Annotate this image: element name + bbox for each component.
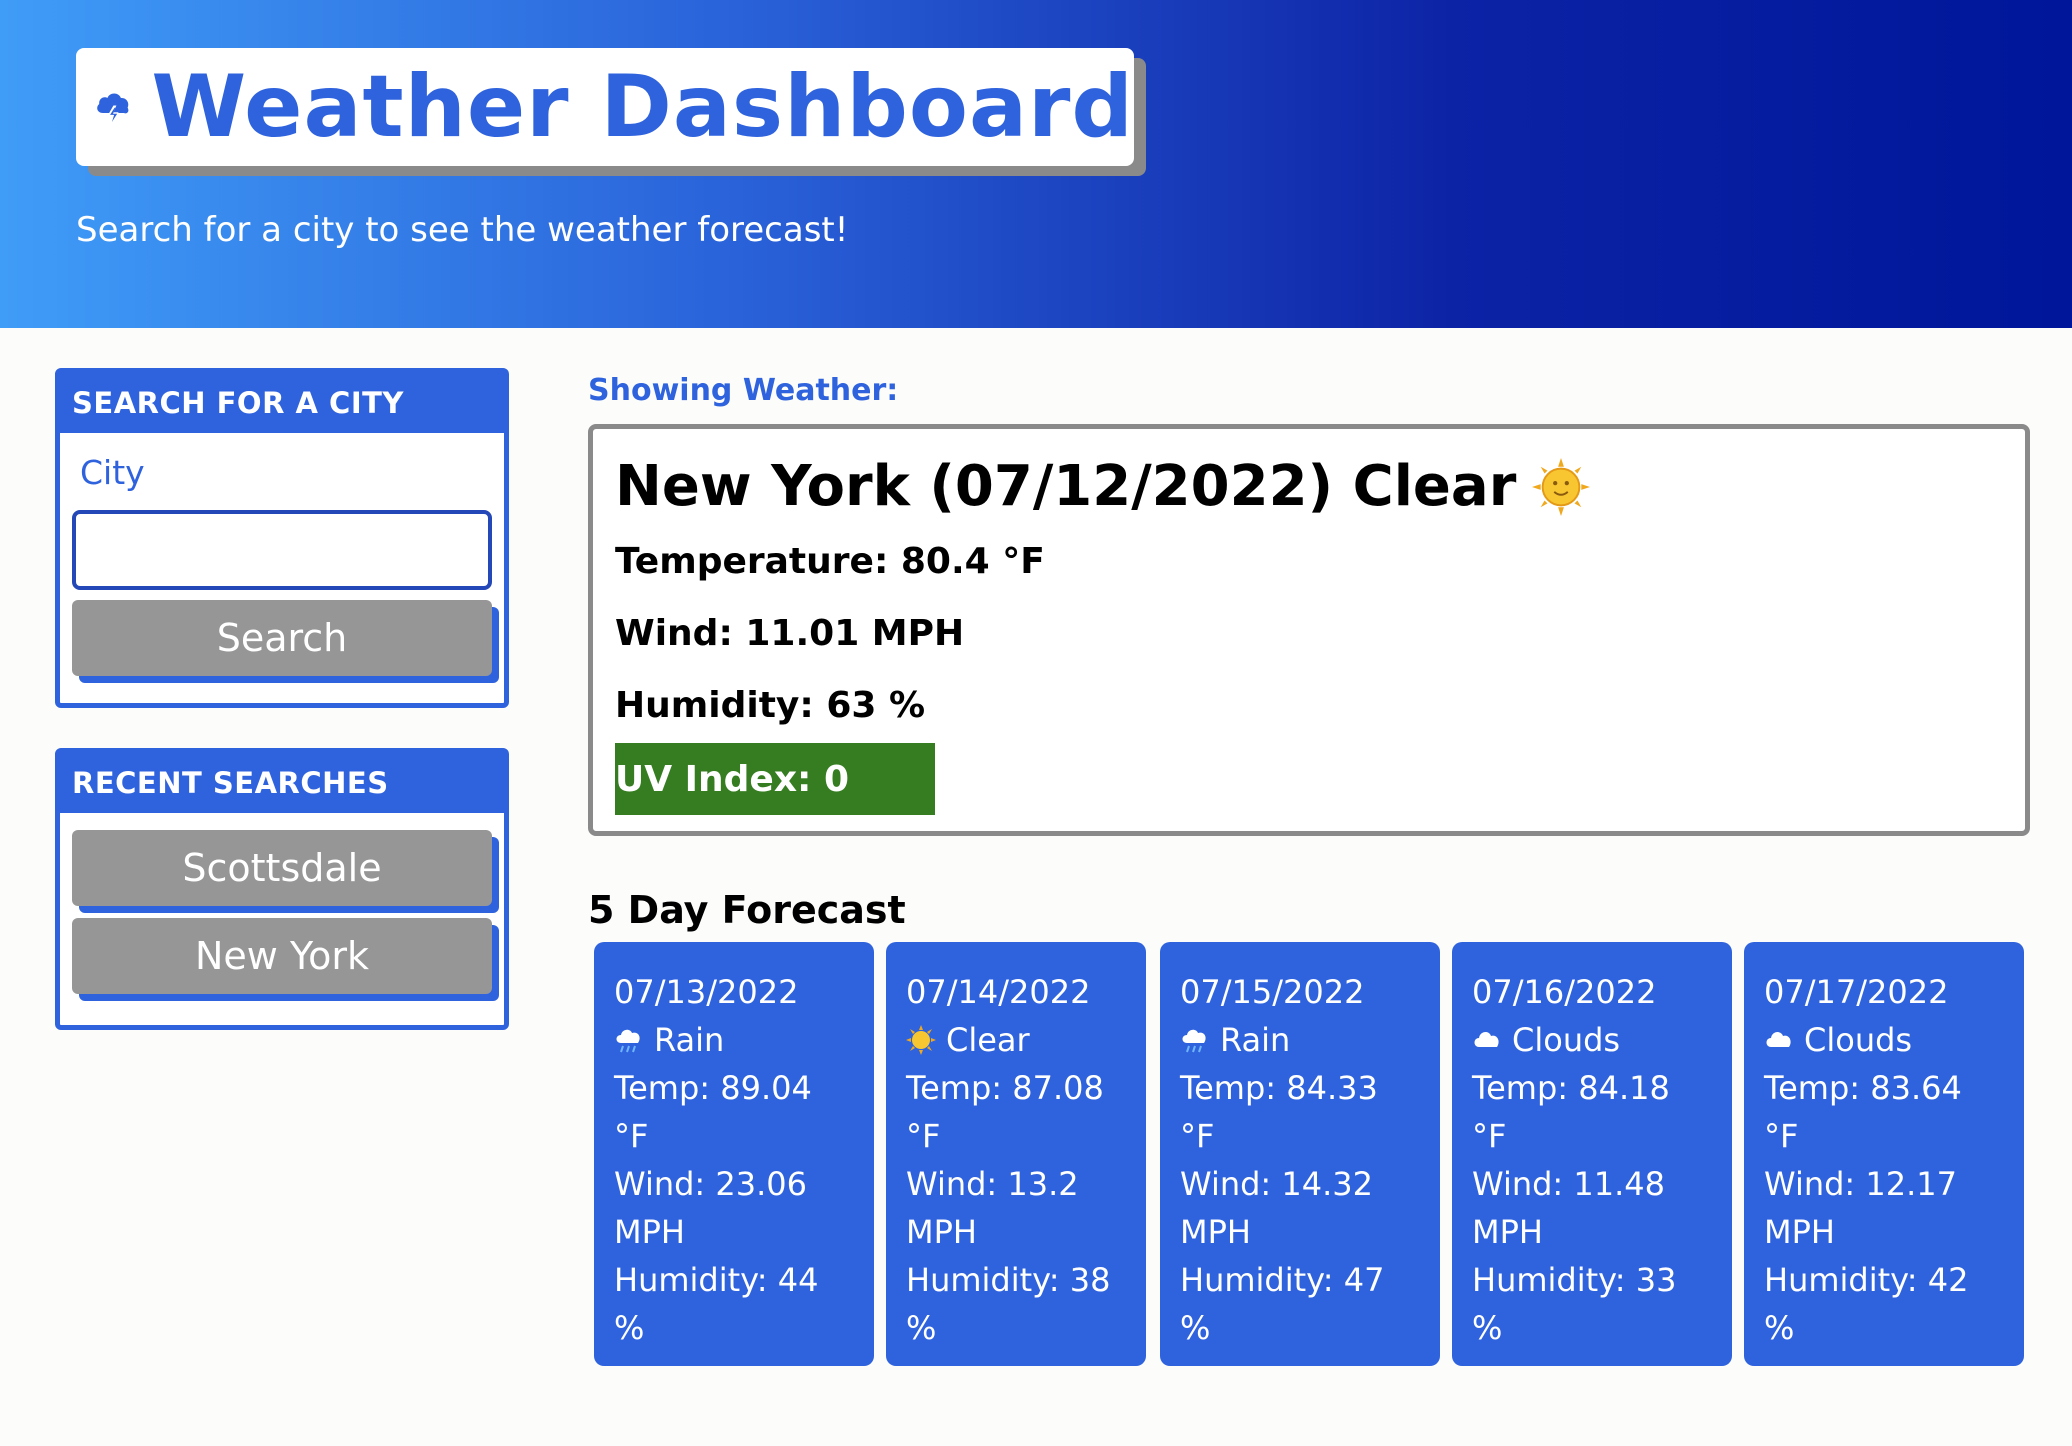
forecast-condition: Rain [614,1016,854,1064]
recent-search-new-york[interactable]: New York [72,918,492,994]
forecast-condition-label: Clouds [1804,1021,1913,1059]
showing-weather-label: Showing Weather: [588,373,899,408]
storm-cloud-icon [97,93,129,125]
forecast-wind: Wind: 12.17 MPH [1764,1165,1957,1251]
recent-search-scottsdale[interactable]: Scottsdale [72,830,492,906]
forecast-card: 07/16/2022 Clouds Temp: 84.18 °F Wind: 1… [1452,942,1732,1366]
forecast-condition-label: Rain [1220,1021,1291,1059]
rain-cloud-icon [616,1029,640,1053]
cloud-icon [1766,1032,1791,1047]
recent-searches-panel: RECENT SEARCHES Scottsdale New York [55,748,509,1030]
current-humidity: Humidity: 63 % [615,685,926,726]
current-city-date-condition: New York (07/12/2022) Clear [615,454,1517,519]
forecast-card: 07/13/2022 Rain Temp: 89.04 °F Wind: 23.… [594,942,874,1366]
forecast-condition: Rain [1180,1016,1420,1064]
forecast-date: 07/15/2022 [1180,973,1365,1011]
forecast-temp: Temp: 84.33 °F [1180,1069,1378,1155]
page-title: Weather Dashboard [151,57,1134,157]
forecast-condition: Clear [906,1016,1126,1064]
forecast-date: 07/16/2022 [1472,973,1657,1011]
forecast-wind: Wind: 14.32 MPH [1180,1165,1373,1251]
forecast-date: 07/13/2022 [614,973,799,1011]
rain-cloud-icon [1182,1029,1206,1053]
forecast-wind: Wind: 11.48 MPH [1472,1165,1665,1251]
forecast-temp: Temp: 83.64 °F [1764,1069,1962,1155]
city-input[interactable] [72,510,492,590]
page-header: Weather Dashboard Search for a city to s… [0,0,2072,328]
forecast-condition-label: Rain [654,1021,725,1059]
forecast-title: 5 Day Forecast [588,888,906,932]
page-subtitle: Search for a city to see the weather for… [76,210,849,250]
sun-icon [1532,457,1591,516]
search-button[interactable]: Search [72,600,492,676]
recent-searches-heading: RECENT SEARCHES [60,753,504,813]
forecast-condition-label: Clear [946,1021,1030,1059]
search-panel: SEARCH FOR A CITY City Search [55,368,509,708]
current-weather-title: New York (07/12/2022) Clear [615,454,1591,519]
forecast-wind: Wind: 23.06 MPH [614,1165,807,1251]
forecast-humidity: Humidity: 44 % [614,1261,819,1347]
forecast-wind: Wind: 13.2 MPH [906,1165,1079,1251]
forecast-condition-label: Clouds [1512,1021,1621,1059]
current-temperature: Temperature: 80.4 °F [615,541,1045,582]
cloud-icon [1474,1032,1499,1047]
forecast-date: 07/17/2022 [1764,973,1949,1011]
forecast-temp: Temp: 84.18 °F [1472,1069,1670,1155]
title-box: Weather Dashboard [76,48,1134,166]
forecast-humidity: Humidity: 33 % [1472,1261,1677,1347]
forecast-condition: Clouds [1764,1016,2004,1064]
forecast-temp: Temp: 89.04 °F [614,1069,812,1155]
uv-index-badge: UV Index: 0 [615,743,935,815]
forecast-humidity: Humidity: 42 % [1764,1261,1969,1347]
forecast-humidity: Humidity: 47 % [1180,1261,1385,1347]
forecast-temp: Temp: 87.08 °F [906,1069,1104,1155]
forecast-date: 07/14/2022 [906,973,1091,1011]
search-panel-heading: SEARCH FOR A CITY [60,373,504,433]
forecast-card: 07/15/2022 Rain Temp: 84.33 °F Wind: 14.… [1160,942,1440,1366]
city-label: City [80,453,145,492]
sun-icon [906,1025,936,1055]
current-wind: Wind: 11.01 MPH [615,613,965,654]
forecast-card: 07/14/2022 Clear Temp: 87.08 °F Wind: 13… [886,942,1146,1366]
forecast-card: 07/17/2022 Clouds Temp: 83.64 °F Wind: 1… [1744,942,2024,1366]
current-weather-card: New York (07/12/2022) Clear Temperature:… [588,424,2030,836]
forecast-condition: Clouds [1472,1016,1712,1064]
forecast-humidity: Humidity: 38 % [906,1261,1111,1347]
